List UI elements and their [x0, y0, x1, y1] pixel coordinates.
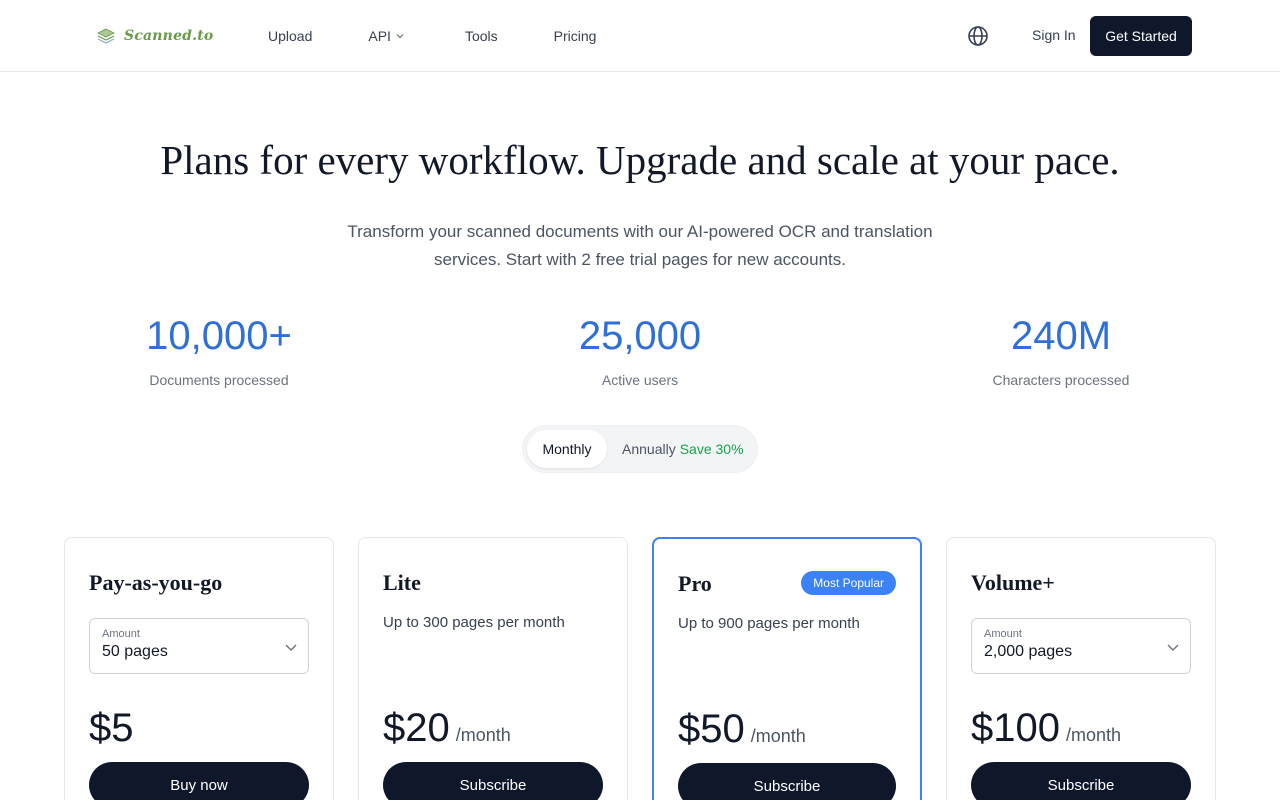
- billing-annually-option[interactable]: Annually Save 30%: [622, 430, 744, 468]
- plan-price: $50 /month: [678, 707, 806, 752]
- subscribe-button[interactable]: Subscribe: [971, 762, 1191, 800]
- get-started-button[interactable]: Get Started: [1090, 16, 1192, 56]
- plan-name: Pay-as-you-go: [89, 570, 223, 595]
- stat-label: Active users: [601, 372, 679, 388]
- subscribe-button[interactable]: Subscribe: [383, 762, 603, 800]
- main-nav: Upload API Tools Pricing: [268, 0, 596, 72]
- buy-now-button[interactable]: Buy now: [89, 762, 309, 800]
- logo[interactable]: Scanned.to: [96, 25, 213, 47]
- layers-logo-icon: [97, 28, 115, 44]
- stat-label: Documents processed: [149, 372, 289, 388]
- amount-value: 50 pages: [102, 643, 168, 660]
- site-header: Scanned.to Upload API Tools Pricing Sign…: [0, 0, 1280, 72]
- stat-label: Characters processed: [992, 372, 1130, 388]
- plan-card-pro: Pro Most Popular Up to 900 pages per mon…: [652, 537, 922, 800]
- price-amount: $20: [383, 706, 450, 750]
- chevron-down-icon: [1167, 644, 1179, 651]
- stat-documents: 10,000+ Documents processed: [69, 312, 369, 388]
- amount-label: Amount: [102, 628, 140, 640]
- billing-annually-label: Annually: [622, 441, 676, 457]
- stat-value: 240M: [1010, 314, 1112, 358]
- stat-users: 25,000 Active users: [490, 312, 790, 388]
- plan-name: Pro: [678, 571, 712, 596]
- plan-name: Lite: [383, 570, 421, 595]
- chevron-down-icon: [285, 644, 297, 651]
- nav-pricing[interactable]: Pricing: [554, 28, 597, 44]
- chevron-down-icon: [396, 34, 404, 39]
- billing-monthly-option[interactable]: Monthly: [527, 430, 607, 468]
- save-badge: Save 30%: [679, 441, 744, 457]
- page-title: Plans for every workflow. Upgrade and sc…: [160, 137, 1120, 183]
- amount-value: 2,000 pages: [984, 643, 1073, 660]
- stat-value: 25,000: [578, 314, 702, 358]
- amount-select[interactable]: Amount 50 pages: [89, 618, 309, 674]
- nav-api-label: API: [368, 28, 391, 44]
- nav-upload[interactable]: Upload: [268, 28, 312, 44]
- billing-toggle: Monthly Annually Save 30%: [522, 425, 758, 473]
- most-popular-badge: Most Popular: [801, 571, 896, 595]
- price-period: /month: [455, 725, 511, 745]
- price-period: /month: [1065, 725, 1122, 745]
- subscribe-button[interactable]: Subscribe: [678, 763, 896, 800]
- nav-tools[interactable]: Tools: [465, 28, 498, 44]
- plan-price: $100 /month: [971, 706, 1121, 751]
- plan-card-pay-as-you-go: Pay-as-you-go Amount 50 pages $5 Buy now: [64, 537, 334, 800]
- plan-description: Up to 900 pages per month: [678, 615, 860, 632]
- logo-text: Scanned.to: [124, 28, 214, 44]
- stat-characters: 240M Characters processed: [911, 312, 1211, 388]
- price-period: /month: [750, 726, 806, 746]
- plan-price: $20 /month: [383, 706, 511, 751]
- plan-price: $5: [89, 706, 134, 751]
- price-amount: $50: [678, 707, 745, 751]
- globe-icon[interactable]: [966, 24, 990, 48]
- price-amount: $100: [971, 706, 1060, 750]
- sign-in-link[interactable]: Sign In: [1032, 27, 1076, 43]
- nav-api-dropdown[interactable]: API: [368, 28, 405, 44]
- stat-value: 10,000+: [146, 314, 292, 358]
- amount-select[interactable]: Amount 2,000 pages: [971, 618, 1191, 674]
- amount-label: Amount: [984, 628, 1022, 640]
- plan-description: Up to 300 pages per month: [383, 614, 565, 631]
- page-subtitle: Transform your scanned documents with ou…: [347, 222, 933, 269]
- plan-card-lite: Lite Up to 300 pages per month $20 /mont…: [358, 537, 628, 800]
- plan-name: Volume+: [971, 570, 1055, 595]
- price-amount: $5: [89, 706, 134, 750]
- plan-card-volume-plus: Volume+ Amount 2,000 pages $100 /month S…: [946, 537, 1216, 800]
